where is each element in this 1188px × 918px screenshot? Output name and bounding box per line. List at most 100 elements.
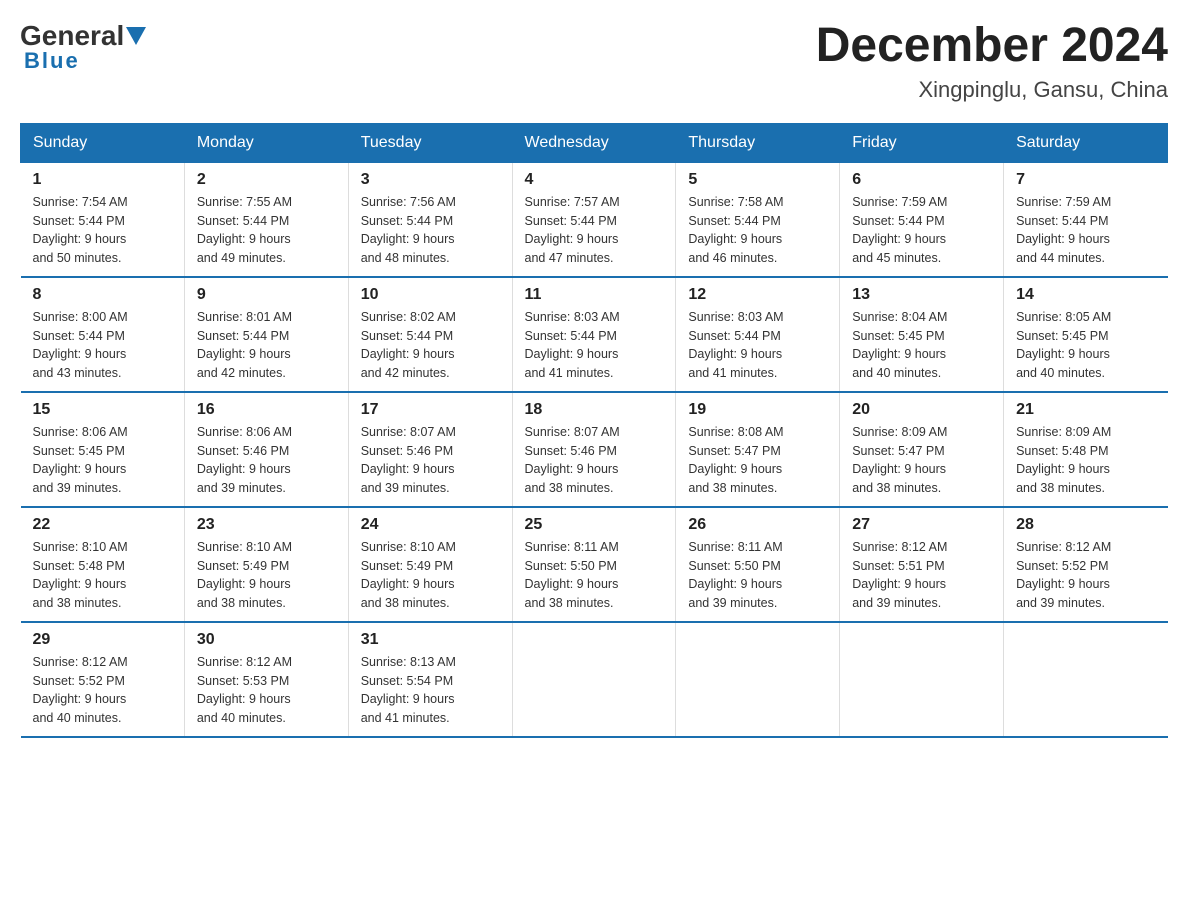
- day-cell: 6Sunrise: 7:59 AMSunset: 5:44 PMDaylight…: [840, 162, 1004, 277]
- day-cell: 24 Sunrise: 8:10 AMSunset: 5:49 PMDayligh…: [348, 507, 512, 622]
- day-number: 26: [688, 516, 827, 534]
- day-number: 28: [1016, 516, 1155, 534]
- day-info: Sunrise: 8:05 AMSunset: 5:45 PMDaylight:…: [1016, 308, 1155, 383]
- day-number: 22: [33, 516, 172, 534]
- day-info: Sunrise: 8:11 AMSunset: 5:50 PMDaylight:…: [688, 538, 827, 613]
- calendar-body: 1 Sunrise: 7:54 AMSunset: 5:44 PMDaylight…: [21, 162, 1168, 737]
- week-row-4: 22 Sunrise: 8:10 AMSunset: 5:48 PMDayligh…: [21, 507, 1168, 622]
- week-row-2: 8 Sunrise: 8:00 AMSunset: 5:44 PMDaylight…: [21, 277, 1168, 392]
- day-number: 16: [197, 401, 336, 419]
- day-info: Sunrise: 8:10 AMSunset: 5:49 PMDaylight:…: [197, 538, 336, 613]
- day-info: Sunrise: 8:03 AMSunset: 5:44 PMDaylight:…: [525, 308, 664, 383]
- day-cell: 29Sunrise: 8:12 AMSunset: 5:52 PMDayligh…: [21, 622, 185, 737]
- day-number: 18: [525, 401, 664, 419]
- day-info: Sunrise: 8:12 AMSunset: 5:53 PMDaylight:…: [197, 653, 336, 728]
- day-cell: 13 Sunrise: 8:04 AMSunset: 5:45 PMDayligh…: [840, 277, 1004, 392]
- logo-blue-text: Blue: [24, 48, 80, 74]
- day-cell: 7Sunrise: 7:59 AMSunset: 5:44 PMDaylight…: [1004, 162, 1168, 277]
- day-cell: 5 Sunrise: 7:58 AMSunset: 5:44 PMDaylight…: [676, 162, 840, 277]
- day-info: Sunrise: 8:07 AMSunset: 5:46 PMDaylight:…: [525, 423, 664, 498]
- day-number: 15: [33, 401, 172, 419]
- day-number: 27: [852, 516, 991, 534]
- day-cell: 4 Sunrise: 7:57 AMSunset: 5:44 PMDaylight…: [512, 162, 676, 277]
- month-title: December 2024: [816, 20, 1168, 73]
- day-info: Sunrise: 7:56 AMSunset: 5:44 PMDaylight:…: [361, 193, 500, 268]
- day-info: Sunrise: 7:58 AMSunset: 5:44 PMDaylight:…: [688, 193, 827, 268]
- day-number: 1: [33, 171, 172, 189]
- day-info: Sunrise: 8:10 AMSunset: 5:49 PMDaylight:…: [361, 538, 500, 613]
- day-cell: 16Sunrise: 8:06 AMSunset: 5:46 PMDayligh…: [184, 392, 348, 507]
- day-cell: 12Sunrise: 8:03 AMSunset: 5:44 PMDayligh…: [676, 277, 840, 392]
- calendar-header: Sunday Monday Tuesday Wednesday Thursday…: [21, 123, 1168, 162]
- day-number: 10: [361, 286, 500, 304]
- day-info: Sunrise: 8:03 AMSunset: 5:44 PMDaylight:…: [688, 308, 827, 383]
- day-cell: [512, 622, 676, 737]
- header-friday: Friday: [840, 123, 1004, 162]
- day-number: 3: [361, 171, 500, 189]
- page-header: General Blue December 2024 Xingpinglu, G…: [20, 20, 1168, 103]
- title-area: December 2024 Xingpinglu, Gansu, China: [816, 20, 1168, 103]
- day-number: 2: [197, 171, 336, 189]
- day-number: 11: [525, 286, 664, 304]
- day-number: 7: [1016, 171, 1155, 189]
- day-info: Sunrise: 8:06 AMSunset: 5:45 PMDaylight:…: [33, 423, 172, 498]
- day-cell: [1004, 622, 1168, 737]
- day-number: 21: [1016, 401, 1155, 419]
- day-info: Sunrise: 8:10 AMSunset: 5:48 PMDaylight:…: [33, 538, 172, 613]
- day-info: Sunrise: 8:11 AMSunset: 5:50 PMDaylight:…: [525, 538, 664, 613]
- header-tuesday: Tuesday: [348, 123, 512, 162]
- day-number: 24: [361, 516, 500, 534]
- day-info: Sunrise: 7:57 AMSunset: 5:44 PMDaylight:…: [525, 193, 664, 268]
- day-number: 30: [197, 631, 336, 649]
- day-info: Sunrise: 7:54 AMSunset: 5:44 PMDaylight:…: [33, 193, 172, 268]
- day-cell: 3 Sunrise: 7:56 AMSunset: 5:44 PMDaylight…: [348, 162, 512, 277]
- location-title: Xingpinglu, Gansu, China: [816, 77, 1168, 103]
- day-number: 8: [33, 286, 172, 304]
- day-cell: 31Sunrise: 8:13 AMSunset: 5:54 PMDayligh…: [348, 622, 512, 737]
- day-cell: 30 Sunrise: 8:12 AMSunset: 5:53 PMDayligh…: [184, 622, 348, 737]
- day-cell: 27 Sunrise: 8:12 AMSunset: 5:51 PMDayligh…: [840, 507, 1004, 622]
- day-cell: 2 Sunrise: 7:55 AMSunset: 5:44 PMDaylight…: [184, 162, 348, 277]
- day-cell: 1 Sunrise: 7:54 AMSunset: 5:44 PMDaylight…: [21, 162, 185, 277]
- header-thursday: Thursday: [676, 123, 840, 162]
- day-number: 14: [1016, 286, 1155, 304]
- day-number: 13: [852, 286, 991, 304]
- day-number: 17: [361, 401, 500, 419]
- day-info: Sunrise: 8:12 AMSunset: 5:52 PMDaylight:…: [1016, 538, 1155, 613]
- header-saturday: Saturday: [1004, 123, 1168, 162]
- day-info: Sunrise: 7:55 AMSunset: 5:44 PMDaylight:…: [197, 193, 336, 268]
- logo: General Blue: [20, 20, 148, 74]
- day-cell: [840, 622, 1004, 737]
- day-cell: 17 Sunrise: 8:07 AMSunset: 5:46 PMDayligh…: [348, 392, 512, 507]
- day-info: Sunrise: 8:02 AMSunset: 5:44 PMDaylight:…: [361, 308, 500, 383]
- day-cell: 26 Sunrise: 8:11 AMSunset: 5:50 PMDayligh…: [676, 507, 840, 622]
- day-number: 6: [852, 171, 991, 189]
- week-row-3: 15 Sunrise: 8:06 AMSunset: 5:45 PMDayligh…: [21, 392, 1168, 507]
- day-cell: 28 Sunrise: 8:12 AMSunset: 5:52 PMDayligh…: [1004, 507, 1168, 622]
- day-info: Sunrise: 8:01 AMSunset: 5:44 PMDaylight:…: [197, 308, 336, 383]
- day-info: Sunrise: 8:12 AMSunset: 5:51 PMDaylight:…: [852, 538, 991, 613]
- day-number: 19: [688, 401, 827, 419]
- day-cell: 10 Sunrise: 8:02 AMSunset: 5:44 PMDayligh…: [348, 277, 512, 392]
- day-number: 5: [688, 171, 827, 189]
- day-cell: 8 Sunrise: 8:00 AMSunset: 5:44 PMDaylight…: [21, 277, 185, 392]
- day-cell: 19 Sunrise: 8:08 AMSunset: 5:47 PMDayligh…: [676, 392, 840, 507]
- day-info: Sunrise: 8:04 AMSunset: 5:45 PMDaylight:…: [852, 308, 991, 383]
- week-row-1: 1 Sunrise: 7:54 AMSunset: 5:44 PMDaylight…: [21, 162, 1168, 277]
- header-sunday: Sunday: [21, 123, 185, 162]
- day-cell: 22 Sunrise: 8:10 AMSunset: 5:48 PMDayligh…: [21, 507, 185, 622]
- day-number: 23: [197, 516, 336, 534]
- day-cell: 14 Sunrise: 8:05 AMSunset: 5:45 PMDayligh…: [1004, 277, 1168, 392]
- header-monday: Monday: [184, 123, 348, 162]
- day-cell: 11 Sunrise: 8:03 AMSunset: 5:44 PMDayligh…: [512, 277, 676, 392]
- day-info: Sunrise: 8:00 AMSunset: 5:44 PMDaylight:…: [33, 308, 172, 383]
- day-cell: 9Sunrise: 8:01 AMSunset: 5:44 PMDaylight…: [184, 277, 348, 392]
- day-info: Sunrise: 8:07 AMSunset: 5:46 PMDaylight:…: [361, 423, 500, 498]
- day-info: Sunrise: 8:08 AMSunset: 5:47 PMDaylight:…: [688, 423, 827, 498]
- day-number: 29: [33, 631, 172, 649]
- calendar-table: Sunday Monday Tuesday Wednesday Thursday…: [20, 123, 1168, 738]
- week-row-5: 29Sunrise: 8:12 AMSunset: 5:52 PMDayligh…: [21, 622, 1168, 737]
- day-number: 4: [525, 171, 664, 189]
- day-number: 20: [852, 401, 991, 419]
- day-cell: 21Sunrise: 8:09 AMSunset: 5:48 PMDayligh…: [1004, 392, 1168, 507]
